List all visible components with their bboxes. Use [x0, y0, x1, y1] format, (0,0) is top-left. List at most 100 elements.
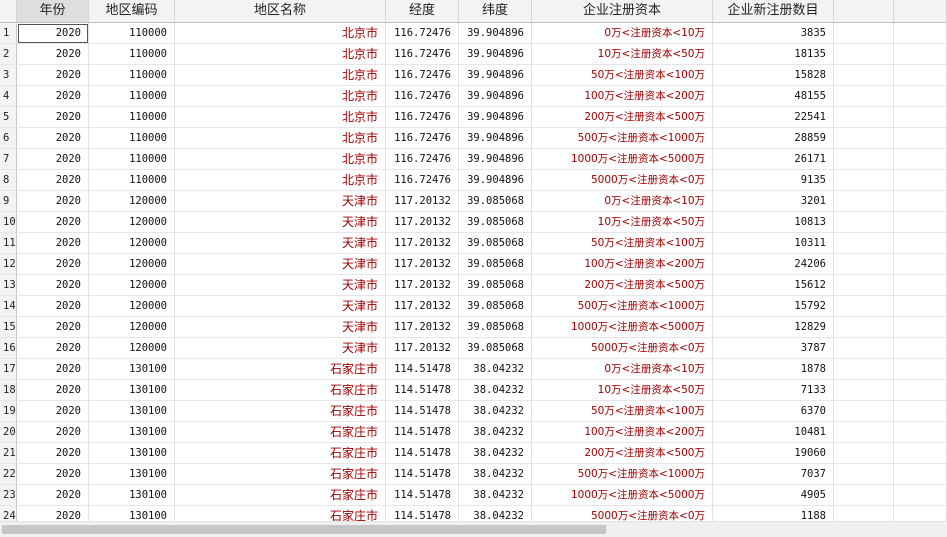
- cell-new-registrations[interactable]: 10311: [713, 233, 834, 254]
- cell-latitude[interactable]: 38.04232: [459, 422, 532, 443]
- cell-empty[interactable]: [894, 338, 947, 359]
- cell-empty[interactable]: [894, 23, 947, 44]
- cell-region-code[interactable]: 110000: [89, 149, 175, 170]
- cell-region-name[interactable]: 石家庄市: [175, 506, 386, 521]
- cell-empty[interactable]: [834, 380, 894, 401]
- cell-longitude[interactable]: 116.72476: [386, 107, 459, 128]
- cell-region-code[interactable]: 120000: [89, 338, 175, 359]
- cell-longitude[interactable]: 116.72476: [386, 86, 459, 107]
- cell-new-registrations[interactable]: 15612: [713, 275, 834, 296]
- column-header-year[interactable]: 年份: [17, 0, 89, 23]
- cell-registered-capital[interactable]: 5000万<注册资本<0万: [532, 170, 713, 191]
- row-number[interactable]: 10: [0, 212, 17, 233]
- cell-empty[interactable]: [834, 422, 894, 443]
- cell-new-registrations[interactable]: 26171: [713, 149, 834, 170]
- cell-empty[interactable]: [894, 296, 947, 317]
- row-number[interactable]: 14: [0, 296, 17, 317]
- column-header-longitude[interactable]: 经度: [386, 0, 459, 23]
- cell-new-registrations[interactable]: 15828: [713, 65, 834, 86]
- cell-empty[interactable]: [894, 422, 947, 443]
- table-row[interactable]: 17 2020 130100 石家庄市 114.51478 38.04232 0万<注册资本…: [0, 359, 947, 380]
- cell-region-name[interactable]: 天津市: [175, 296, 386, 317]
- cell-year[interactable]: 2020: [17, 359, 89, 380]
- cell-registered-capital[interactable]: 50万<注册资本<100万: [532, 65, 713, 86]
- cell-longitude[interactable]: 117.20132: [386, 212, 459, 233]
- cell-region-name[interactable]: 石家庄市: [175, 443, 386, 464]
- cell-registered-capital[interactable]: 50万<注册资本<100万: [532, 233, 713, 254]
- corner-header[interactable]: [0, 0, 17, 23]
- cell-empty[interactable]: [834, 191, 894, 212]
- cell-registered-capital[interactable]: 100万<注册资本<200万: [532, 86, 713, 107]
- cell-empty[interactable]: [894, 443, 947, 464]
- cell-region-name[interactable]: 天津市: [175, 275, 386, 296]
- cell-region-code[interactable]: 110000: [89, 86, 175, 107]
- cell-longitude[interactable]: 114.51478: [386, 380, 459, 401]
- cell-region-name[interactable]: 天津市: [175, 233, 386, 254]
- cell-empty[interactable]: [894, 506, 947, 521]
- table-row[interactable]: 4 2020 110000 北京市 116.72476 39.904896 100万<注册资…: [0, 86, 947, 107]
- table-row[interactable]: 3 2020 110000 北京市 116.72476 39.904896 50万<注册资本…: [0, 65, 947, 86]
- cell-latitude[interactable]: 38.04232: [459, 380, 532, 401]
- cell-latitude[interactable]: 39.085068: [459, 212, 532, 233]
- cell-empty[interactable]: [834, 44, 894, 65]
- cell-new-registrations[interactable]: 4905: [713, 485, 834, 506]
- cell-empty[interactable]: [834, 128, 894, 149]
- cell-registered-capital[interactable]: 1000万<注册资本<5000万: [532, 149, 713, 170]
- cell-new-registrations[interactable]: 7037: [713, 464, 834, 485]
- row-number[interactable]: 17: [0, 359, 17, 380]
- cell-new-registrations[interactable]: 3201: [713, 191, 834, 212]
- table-row[interactable]: 23 2020 130100 石家庄市 114.51478 38.04232 1000万<注…: [0, 485, 947, 506]
- cell-registered-capital[interactable]: 10万<注册资本<50万: [532, 44, 713, 65]
- row-number[interactable]: 16: [0, 338, 17, 359]
- cell-new-registrations[interactable]: 28859: [713, 128, 834, 149]
- cell-empty[interactable]: [894, 107, 947, 128]
- cell-longitude[interactable]: 117.20132: [386, 233, 459, 254]
- cell-region-name[interactable]: 石家庄市: [175, 380, 386, 401]
- cell-registered-capital[interactable]: 500万<注册资本<1000万: [532, 296, 713, 317]
- cell-empty[interactable]: [834, 296, 894, 317]
- cell-year[interactable]: 2020: [17, 191, 89, 212]
- cell-region-code[interactable]: 120000: [89, 317, 175, 338]
- table-row[interactable]: 10 2020 120000 天津市 117.20132 39.085068 10万<注册资…: [0, 212, 947, 233]
- cell-latitude[interactable]: 38.04232: [459, 401, 532, 422]
- column-header-empty[interactable]: [894, 0, 947, 23]
- cell-region-code[interactable]: 120000: [89, 212, 175, 233]
- cell-empty[interactable]: [834, 506, 894, 521]
- table-row[interactable]: 9 2020 120000 天津市 117.20132 39.085068 0万<注册资本<…: [0, 191, 947, 212]
- cell-region-code[interactable]: 130100: [89, 380, 175, 401]
- cell-region-code[interactable]: 120000: [89, 254, 175, 275]
- cell-longitude[interactable]: 116.72476: [386, 170, 459, 191]
- row-number[interactable]: 13: [0, 275, 17, 296]
- cell-empty[interactable]: [894, 401, 947, 422]
- cell-region-code[interactable]: 130100: [89, 443, 175, 464]
- cell-registered-capital[interactable]: 0万<注册资本<10万: [532, 359, 713, 380]
- cell-year[interactable]: 2020: [17, 422, 89, 443]
- cell-longitude[interactable]: 117.20132: [386, 254, 459, 275]
- cell-region-code[interactable]: 110000: [89, 44, 175, 65]
- cell-empty[interactable]: [894, 359, 947, 380]
- cell-registered-capital[interactable]: 100万<注册资本<200万: [532, 254, 713, 275]
- data-grid[interactable]: 年份 地区编码 地区名称 经度 纬度 企业注册资本 企业新注册数目 1 2020 1…: [0, 0, 947, 521]
- cell-year[interactable]: 2020: [17, 317, 89, 338]
- cell-region-name[interactable]: 天津市: [175, 254, 386, 275]
- cell-region-code[interactable]: 130100: [89, 485, 175, 506]
- column-header-region-code[interactable]: 地区编码: [89, 0, 175, 23]
- cell-region-name[interactable]: 天津市: [175, 317, 386, 338]
- cell-empty[interactable]: [834, 275, 894, 296]
- table-row[interactable]: 15 2020 120000 天津市 117.20132 39.085068 1000万<注…: [0, 317, 947, 338]
- cell-longitude[interactable]: 116.72476: [386, 44, 459, 65]
- cell-region-code[interactable]: 130100: [89, 401, 175, 422]
- cell-latitude[interactable]: 39.085068: [459, 275, 532, 296]
- cell-longitude[interactable]: 114.51478: [386, 485, 459, 506]
- cell-latitude[interactable]: 39.904896: [459, 107, 532, 128]
- row-number[interactable]: 11: [0, 233, 17, 254]
- cell-region-name[interactable]: 北京市: [175, 65, 386, 86]
- table-row[interactable]: 14 2020 120000 天津市 117.20132 39.085068 500万<注册…: [0, 296, 947, 317]
- cell-latitude[interactable]: 39.085068: [459, 191, 532, 212]
- cell-region-name[interactable]: 北京市: [175, 23, 386, 44]
- cell-year[interactable]: 2020: [17, 212, 89, 233]
- cell-registered-capital[interactable]: 500万<注册资本<1000万: [532, 128, 713, 149]
- cell-empty[interactable]: [894, 44, 947, 65]
- cell-region-name[interactable]: 北京市: [175, 107, 386, 128]
- row-number[interactable]: 4: [0, 86, 17, 107]
